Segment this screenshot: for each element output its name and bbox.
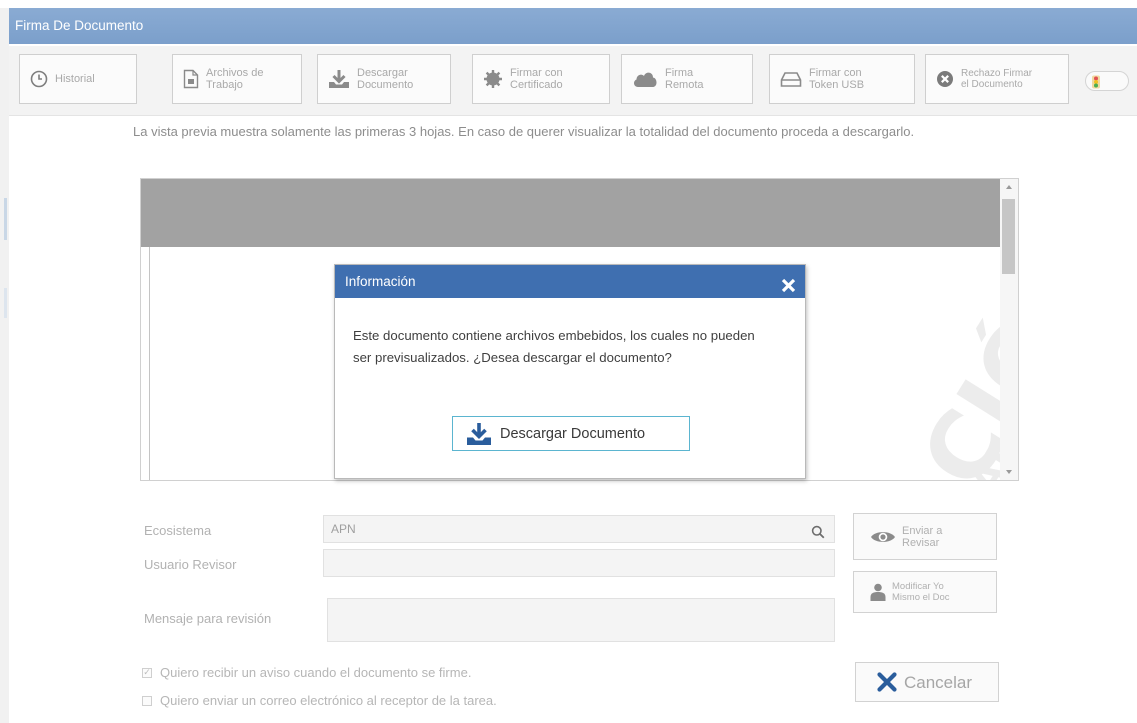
usuario-revisor-label: Usuario Revisor — [144, 557, 237, 572]
enviar-revisar-label: Enviar a Revisar — [902, 524, 943, 549]
historial-label: Historial — [55, 73, 95, 85]
toolbar: Historial Archivos de Trabajo Descargar Do… — [9, 46, 1137, 116]
traffic-light-icon — [1090, 75, 1102, 89]
aviso-checkbox-row[interactable]: ✓ Quiero recibir un aviso cuando el docu… — [142, 665, 471, 680]
search-icon[interactable] — [811, 522, 825, 548]
dialog-title: Información — [345, 274, 416, 289]
aviso-checkbox[interactable]: ✓ — [142, 667, 152, 678]
ecosistema-value: APN — [331, 522, 356, 536]
mensaje-revision-field[interactable] — [327, 598, 835, 642]
dialog-message: Este documento contiene archivos embebid… — [353, 328, 755, 365]
toggle-switch[interactable] — [1085, 71, 1129, 91]
cancel-x-icon — [876, 671, 898, 693]
file-icon — [183, 69, 199, 89]
correo-checkbox-label: Quiero enviar un correo electrónico al r… — [160, 693, 497, 708]
descargar-documento-label: Descargar Documento — [357, 67, 414, 91]
close-icon[interactable] — [780, 273, 797, 293]
modificar-doc-label: Modificar Yo Mismo el Doc — [892, 581, 950, 603]
left-edge — [0, 8, 9, 723]
reject-icon — [936, 70, 954, 88]
preview-notice: La vista previa muestra solamente las pr… — [133, 124, 915, 139]
firmar-token-usb-button[interactable]: Firmar con Token USB — [769, 54, 915, 104]
dialog-download-label: Descargar Documento — [500, 425, 646, 442]
ecosistema-field[interactable]: APN — [323, 515, 835, 543]
archivos-trabajo-label: Archivos de Trabajo — [206, 67, 264, 91]
enviar-revisar-button[interactable]: Enviar a Revisar — [853, 513, 997, 560]
seal-icon — [483, 69, 503, 89]
aviso-checkbox-label: Quiero recibir un aviso cuando el docume… — [160, 665, 472, 680]
preview-header-bar — [141, 179, 1018, 247]
usuario-revisor-field[interactable] — [323, 549, 835, 577]
clock-icon — [30, 70, 48, 88]
edge-marker — [4, 288, 7, 318]
preview-scrollbar[interactable] — [1000, 179, 1018, 480]
correo-checkbox-row[interactable]: Quiero enviar un correo electrónico al r… — [142, 693, 497, 708]
info-dialog: Información Este documento contiene arch… — [334, 264, 806, 479]
dialog-download-button[interactable]: Descargar Documento — [452, 416, 690, 451]
window-title: Firma De Documento — [9, 8, 1137, 44]
rechazo-firmar-label: Rechazo Firmar el Documento — [961, 68, 1033, 90]
scroll-up-icon[interactable] — [1006, 185, 1012, 189]
edge-marker — [4, 198, 7, 240]
firma-remota-button[interactable]: Firma Remota — [621, 54, 753, 104]
download-icon — [466, 422, 492, 446]
firma-remota-label: Firma Remota — [665, 67, 704, 91]
firmar-token-usb-label: Firmar con Token USB — [809, 67, 865, 91]
token-icon — [780, 70, 802, 88]
cloud-icon — [632, 70, 658, 88]
cancelar-button[interactable]: Cancelar — [855, 662, 999, 702]
download-icon — [328, 69, 350, 89]
ecosistema-label: Ecosistema — [144, 523, 212, 538]
mensaje-revision-label: Mensaje para revisión — [144, 611, 272, 626]
firmar-certificado-button[interactable]: Firmar con Certificado — [472, 54, 610, 104]
cancelar-label: Cancelar — [904, 672, 973, 692]
scroll-down-icon[interactable] — [1006, 470, 1012, 474]
descargar-documento-button[interactable]: Descargar Documento — [317, 54, 451, 104]
archivos-trabajo-button[interactable]: Archivos de Trabajo — [172, 54, 302, 104]
modificar-doc-button[interactable]: Modificar Yo Mismo el Doc — [853, 571, 997, 613]
signature-window: Firma De Documento Historial Archivos de… — [9, 8, 1137, 723]
eye-icon — [870, 529, 896, 545]
dialog-header: Información — [335, 265, 805, 298]
scroll-thumb[interactable] — [1002, 199, 1015, 274]
rechazo-firmar-button[interactable]: Rechazo Firmar el Documento — [925, 54, 1069, 104]
correo-checkbox[interactable] — [142, 695, 152, 706]
firmar-certificado-label: Firmar con Certificado — [510, 67, 563, 91]
user-icon — [870, 583, 886, 601]
historial-button[interactable]: Historial — [19, 54, 137, 104]
